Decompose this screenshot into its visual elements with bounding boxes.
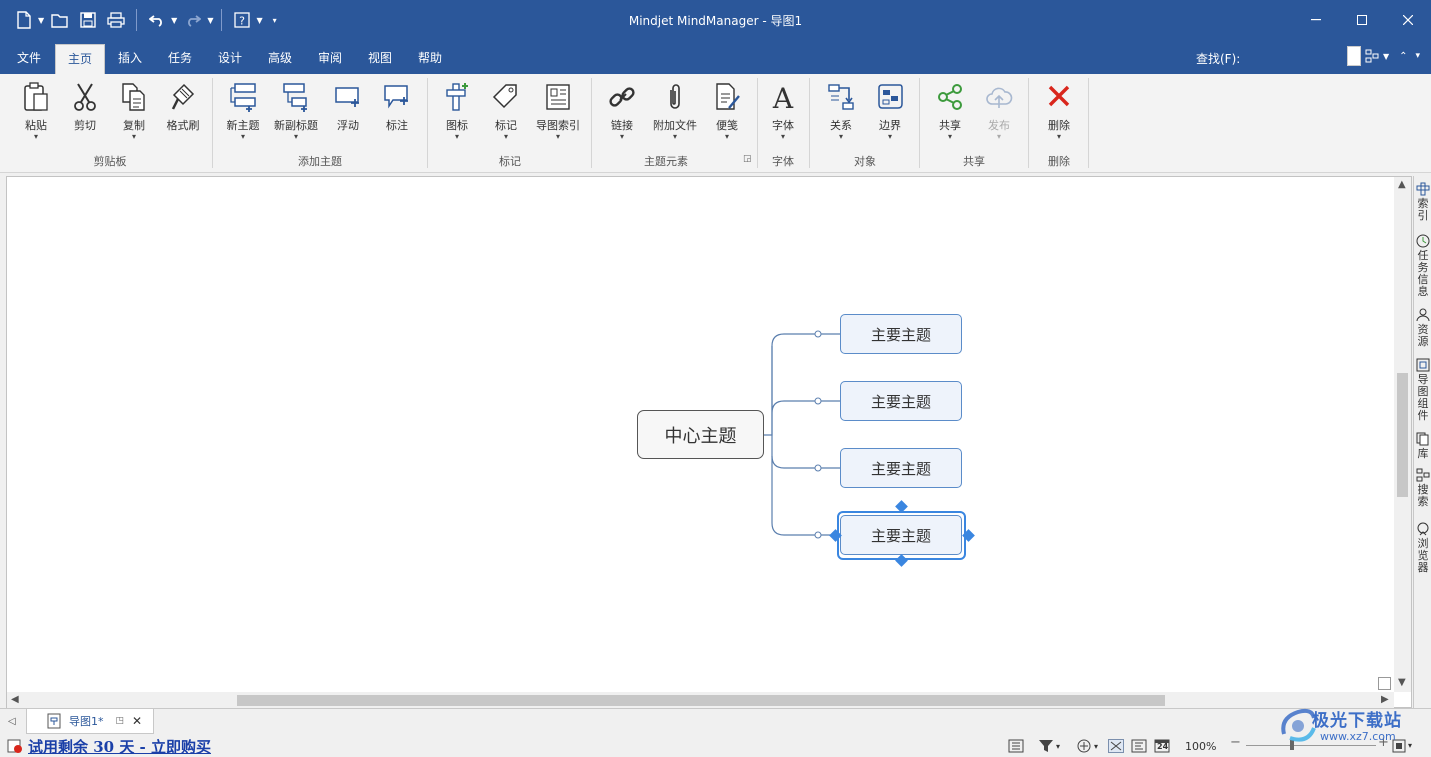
scroll-down-icon[interactable]: ▼ [1398, 677, 1406, 688]
person-icon [1416, 308, 1430, 322]
filter-dropdown-icon[interactable]: ▾ [1056, 742, 1060, 751]
side-tab-task-info[interactable]: 任务信息 [1414, 234, 1431, 298]
float-tab-icon[interactable]: ◳ [116, 716, 125, 726]
side-tab-browser-label: 浏览器 [1417, 537, 1429, 574]
map-document-icon [47, 713, 61, 729]
scroll-up-icon[interactable]: ▲ [1398, 179, 1406, 190]
watermark-text: 极光下载站 [1312, 711, 1402, 731]
main-topic[interactable]: 主要主题 [840, 314, 962, 354]
watermark-url: www.xz7.com [1320, 730, 1396, 743]
tab-scroll-left-icon[interactable]: ◁ [8, 716, 16, 727]
side-panel: 索引 任务信息 资源 导图组件 库 搜索 浏览器 [1413, 176, 1431, 708]
side-tab-browser[interactable]: 浏览器 [1414, 522, 1431, 574]
side-tab-index[interactable]: 索引 [1414, 182, 1431, 222]
focus-dropdown-icon[interactable]: ▾ [1094, 742, 1098, 751]
vertical-scrollbar[interactable]: ▲ ▼ [1394, 177, 1411, 692]
map-parts-icon [1416, 358, 1430, 372]
main-topic[interactable]: 主要主题 [840, 448, 962, 488]
status-bar: 试用剩余 30 天 - 立即购买 ▾ ▾ 24 100% − + ▾ [0, 734, 1431, 757]
horizontal-scrollbar[interactable]: ◀ ▶ [7, 692, 1394, 708]
vertical-scroll-thumb[interactable] [1397, 373, 1408, 497]
index-icon [1416, 182, 1430, 196]
side-tab-map-parts-label: 导图组件 [1417, 373, 1429, 422]
library-icon [1416, 432, 1429, 446]
linear-view-icon[interactable] [1131, 739, 1147, 753]
document-tab-bar: ◁ 导图1* ◳ ✕ [0, 708, 1431, 734]
topic-focus-icon[interactable] [1076, 739, 1092, 753]
side-tab-library-label: 库 [1417, 447, 1429, 460]
document-tab-name: 导图1* [69, 715, 104, 728]
side-tab-index-label: 索引 [1417, 197, 1429, 222]
side-tab-task-info-label: 任务信息 [1417, 249, 1429, 298]
zoom-level: 100% [1185, 740, 1217, 753]
side-tab-resources-label: 资源 [1417, 323, 1429, 348]
side-tab-resources[interactable]: 资源 [1414, 308, 1431, 348]
trial-buy-link[interactable]: 试用剩余 30 天 - 立即购买 [28, 736, 211, 757]
main-topic-selected[interactable]: 主要主题 [840, 515, 962, 555]
map-view-icon[interactable] [1108, 739, 1124, 753]
side-tab-map-parts[interactable]: 导图组件 [1414, 358, 1431, 422]
trial-status-icon [7, 739, 22, 753]
document-tab[interactable]: 导图1* ◳ ✕ [26, 709, 154, 734]
watermark: 极光下载站 www.xz7.com [1272, 700, 1431, 757]
outline-view-icon[interactable] [1008, 739, 1024, 753]
search-tree-icon [1416, 468, 1430, 482]
side-tab-search[interactable]: 搜索 [1414, 468, 1431, 508]
horizontal-scroll-thumb[interactable] [237, 695, 1165, 706]
side-tab-search-label: 搜索 [1417, 483, 1429, 508]
close-tab-icon[interactable]: ✕ [132, 714, 142, 728]
task-clock-icon [1416, 234, 1430, 248]
side-tab-library[interactable]: 库 [1414, 432, 1431, 460]
zoom-out-icon[interactable]: − [1230, 735, 1241, 750]
branch-connectors [764, 330, 840, 539]
central-topic[interactable]: 中心主题 [637, 410, 764, 459]
filter-icon[interactable] [1038, 739, 1054, 753]
browser-icon [1417, 522, 1429, 536]
map-overview-icon[interactable] [1378, 677, 1391, 690]
main-topic[interactable]: 主要主题 [840, 381, 962, 421]
scroll-left-icon[interactable]: ◀ [11, 694, 19, 705]
calendar-day: 24 [1157, 742, 1169, 751]
